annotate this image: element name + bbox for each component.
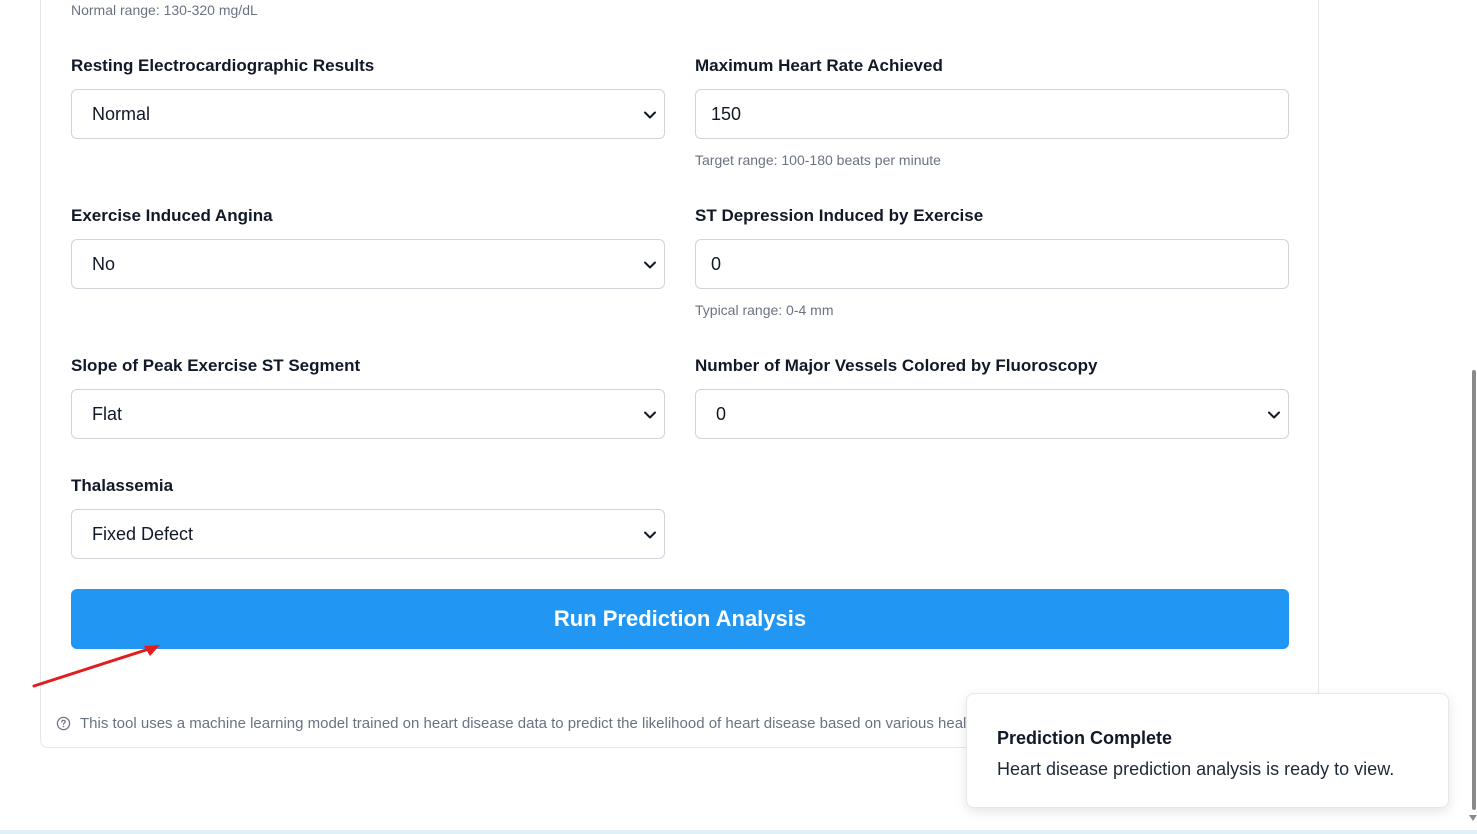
page: Normal range: 130-320 mg/dL Resting Elec…	[0, 0, 1477, 834]
ca-select[interactable]: 0	[695, 389, 1289, 439]
cholesterol-hint: Normal range: 130-320 mg/dL	[71, 2, 258, 18]
run-prediction-button[interactable]: Run Prediction Analysis	[71, 589, 1289, 649]
thalach-hint: Target range: 100-180 beats per minute	[695, 152, 941, 168]
exang-value: No	[92, 253, 116, 274]
oldpeak-input[interactable]: 0	[695, 239, 1289, 289]
ca-value: 0	[716, 403, 727, 424]
annotation-arrow-icon	[32, 645, 160, 688]
restecg-label: Resting Electrocardiographic Results	[71, 56, 375, 75]
thal-select[interactable]: Fixed Defect	[71, 509, 665, 559]
page-scrollbar[interactable]	[1471, 0, 1477, 834]
exang-select[interactable]: No	[71, 239, 665, 289]
exang-label: Exercise Induced Angina	[71, 206, 273, 225]
thalach-label: Maximum Heart Rate Achieved	[695, 56, 943, 75]
restecg-value: Normal	[92, 103, 151, 124]
oldpeak-label: ST Depression Induced by Exercise	[695, 206, 984, 225]
chevron-down-icon	[644, 261, 656, 269]
toast-title: Prediction Complete	[997, 728, 1173, 748]
slope-select[interactable]: Flat	[71, 389, 665, 439]
chevron-down-icon	[644, 531, 656, 539]
thalach-value: 150	[711, 103, 742, 124]
prediction-toast[interactable]: Prediction Complete Heart disease predic…	[966, 693, 1449, 808]
thalach-input[interactable]: 150	[695, 89, 1289, 139]
slope-value: Flat	[92, 403, 123, 424]
toast-message: Heart disease prediction analysis is rea…	[997, 759, 1395, 779]
scrollbar-thumb[interactable]	[1472, 370, 1476, 810]
thal-label: Thalassemia	[71, 476, 174, 495]
footer-note-text: This tool uses a machine learning model …	[80, 715, 971, 732]
chevron-down-icon	[644, 411, 656, 419]
ca-label: Number of Major Vessels Colored by Fluor…	[695, 356, 1098, 375]
bottom-strip	[0, 830, 1477, 834]
restecg-select[interactable]: Normal	[71, 89, 665, 139]
oldpeak-value: 0	[711, 253, 722, 274]
chevron-down-icon	[1268, 411, 1280, 419]
slope-label: Slope of Peak Exercise ST Segment	[71, 356, 361, 375]
footer-note: This tool uses a machine learning model …	[56, 715, 971, 732]
scroll-down-arrow-icon[interactable]	[1469, 814, 1477, 822]
thal-value: Fixed Defect	[92, 523, 194, 544]
oldpeak-hint: Typical range: 0-4 mm	[695, 302, 834, 318]
chevron-down-icon	[644, 111, 656, 119]
help-circle-icon	[56, 716, 71, 731]
